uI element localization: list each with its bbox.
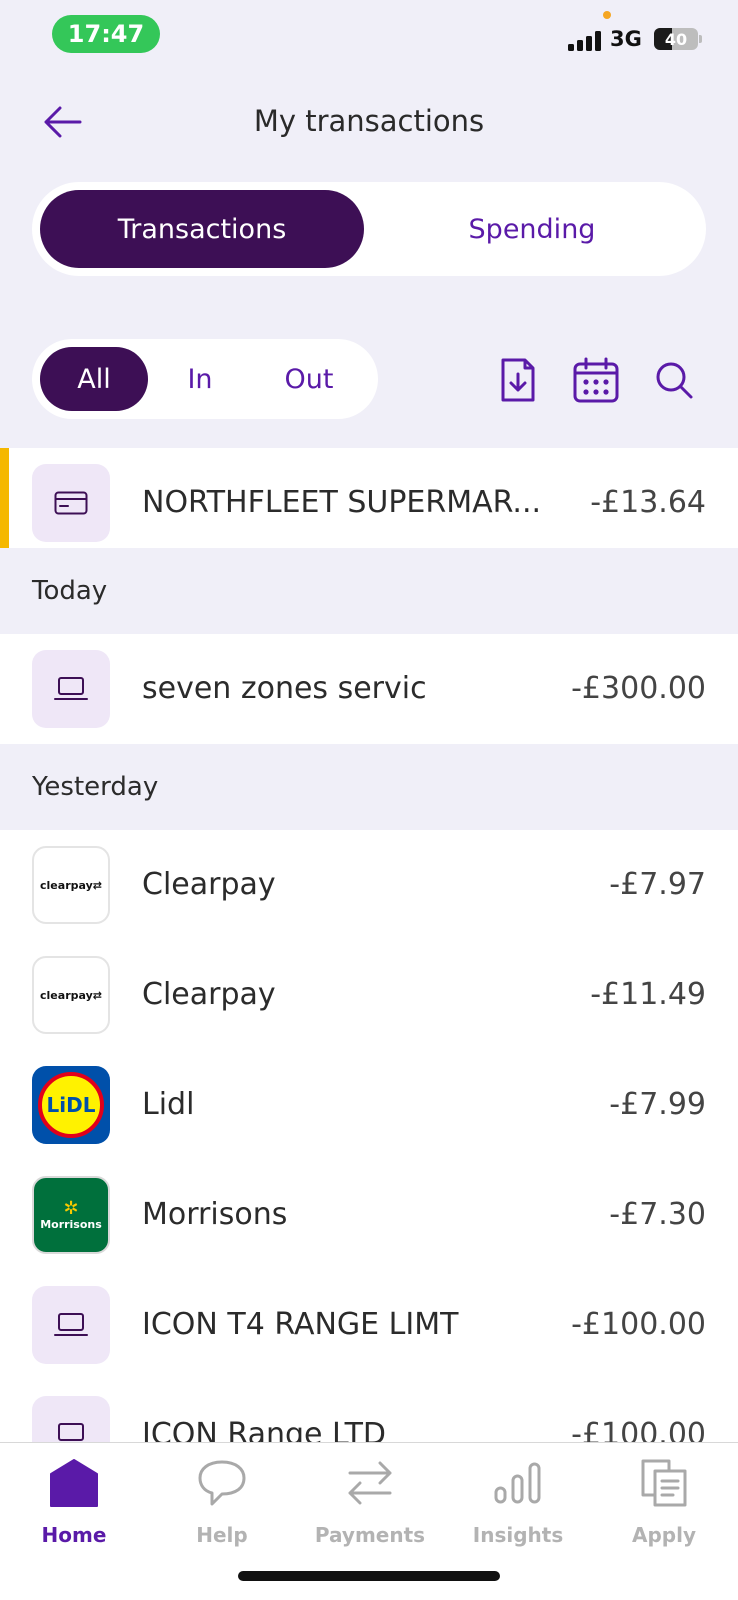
merchant-name: ICON T4 RANGE LIMT	[142, 1307, 459, 1342]
wheatsheaf-icon: ✲	[63, 1197, 79, 1219]
logo-text: LiDL	[47, 1093, 96, 1117]
bar-chart-icon	[494, 1462, 541, 1504]
section-header-today: Today	[0, 548, 738, 634]
transaction-row[interactable]: clearpay ⇄ Clearpay -£7.97	[0, 830, 738, 940]
direction-filter: All In Out	[32, 339, 378, 419]
nav-label: Insights	[472, 1523, 564, 1547]
logo-text: clearpay	[40, 878, 93, 892]
battery-percent: 40	[664, 29, 688, 49]
clearpay-logo: clearpay ⇄	[32, 956, 110, 1034]
transaction-amount: -£7.99	[609, 1087, 706, 1122]
nav-insights[interactable]: Insights	[444, 1443, 592, 1561]
filter-all[interactable]: All	[40, 347, 148, 411]
calendar-icon	[573, 357, 619, 403]
nav-help[interactable]: Help	[148, 1443, 296, 1561]
nav-home[interactable]: Home	[0, 1443, 148, 1561]
lidl-logo: LiDL	[32, 1066, 110, 1144]
nav-label: Help	[196, 1523, 248, 1547]
logo-text: Morrisons	[40, 1217, 102, 1231]
signal-bars-icon	[568, 31, 601, 51]
download-statement-button[interactable]	[490, 352, 546, 408]
merchant-name: NORTHFLEET SUPERMAR...	[142, 485, 542, 520]
merchant-name: Lidl	[142, 1087, 195, 1122]
download-statement-icon	[501, 358, 535, 402]
filter-out[interactable]: Out	[254, 347, 364, 411]
transaction-row[interactable]: ✲ Morrisons Morrisons -£7.30	[0, 1160, 738, 1270]
search-icon	[656, 362, 693, 399]
nav-label: Apply	[631, 1523, 696, 1547]
transaction-row[interactable]: ICON T4 RANGE LIMT -£100.00	[0, 1270, 738, 1380]
transaction-row[interactable]: seven zones servic -£300.00	[0, 634, 738, 744]
nav-apply[interactable]: Apply	[590, 1443, 738, 1561]
merchant-avatar	[32, 464, 110, 542]
section-header-yesterday: Yesterday	[0, 744, 738, 830]
merchant-avatar	[32, 1286, 110, 1364]
tab-spending[interactable]: Spending	[366, 190, 698, 268]
privacy-indicator-dot	[603, 11, 611, 19]
merchant-avatar	[32, 650, 110, 728]
nav-label: Payments	[314, 1523, 426, 1547]
transfer-arrows-icon	[348, 1461, 392, 1505]
morrisons-logo: ✲ Morrisons	[32, 1176, 110, 1254]
section-title: Yesterday	[32, 772, 159, 802]
clearpay-logo: clearpay ⇄	[32, 846, 110, 924]
battery-cap	[699, 35, 702, 43]
network-type: 3G	[610, 27, 642, 51]
clearpay-arrows-icon: ⇄	[92, 988, 102, 1002]
merchant-name: Clearpay	[142, 867, 276, 902]
transaction-row[interactable]: LiDL Lidl -£7.99	[0, 1050, 738, 1160]
laptop-icon	[54, 1313, 88, 1336]
transaction-amount: -£300.00	[571, 671, 706, 706]
section-title: Today	[32, 576, 108, 606]
status-time: 17:47	[52, 15, 160, 53]
transaction-amount: -£100.00	[571, 1307, 706, 1342]
clearpay-arrows-icon: ⇄	[92, 878, 102, 892]
page-title: My transactions	[253, 104, 485, 138]
pending-transaction-row[interactable]: NORTHFLEET SUPERMAR... -£13.64	[0, 448, 738, 558]
filter-in[interactable]: In	[150, 347, 250, 411]
merchant-name: Morrisons	[142, 1197, 288, 1232]
logo-text: clearpay	[40, 988, 93, 1002]
chat-bubble-icon	[198, 1460, 246, 1506]
calendar-button[interactable]	[568, 352, 624, 408]
transaction-amount: -£13.64	[590, 485, 706, 520]
transaction-amount: -£7.97	[609, 867, 706, 902]
lidl-logo-mark: LiDL	[38, 1072, 104, 1138]
transaction-row[interactable]: clearpay ⇄ Clearpay -£11.49	[0, 940, 738, 1050]
search-button[interactable]	[646, 352, 702, 408]
battery-icon: 40	[654, 28, 698, 50]
documents-icon	[641, 1459, 687, 1507]
merchant-name: Clearpay	[142, 977, 276, 1012]
laptop-icon	[54, 677, 88, 700]
home-indicator	[238, 1571, 500, 1581]
transaction-amount: -£7.30	[609, 1197, 706, 1232]
nav-payments[interactable]: Payments	[296, 1443, 444, 1561]
transaction-amount: -£11.49	[590, 977, 706, 1012]
merchant-name: seven zones servic	[142, 671, 427, 706]
nav-label: Home	[41, 1523, 107, 1547]
card-icon	[54, 491, 88, 515]
view-switcher: Transactions Spending	[32, 182, 706, 276]
tab-transactions[interactable]: Transactions	[40, 190, 364, 268]
home-icon	[50, 1459, 98, 1507]
status-bar: 17:47 3G 40	[0, 0, 738, 70]
